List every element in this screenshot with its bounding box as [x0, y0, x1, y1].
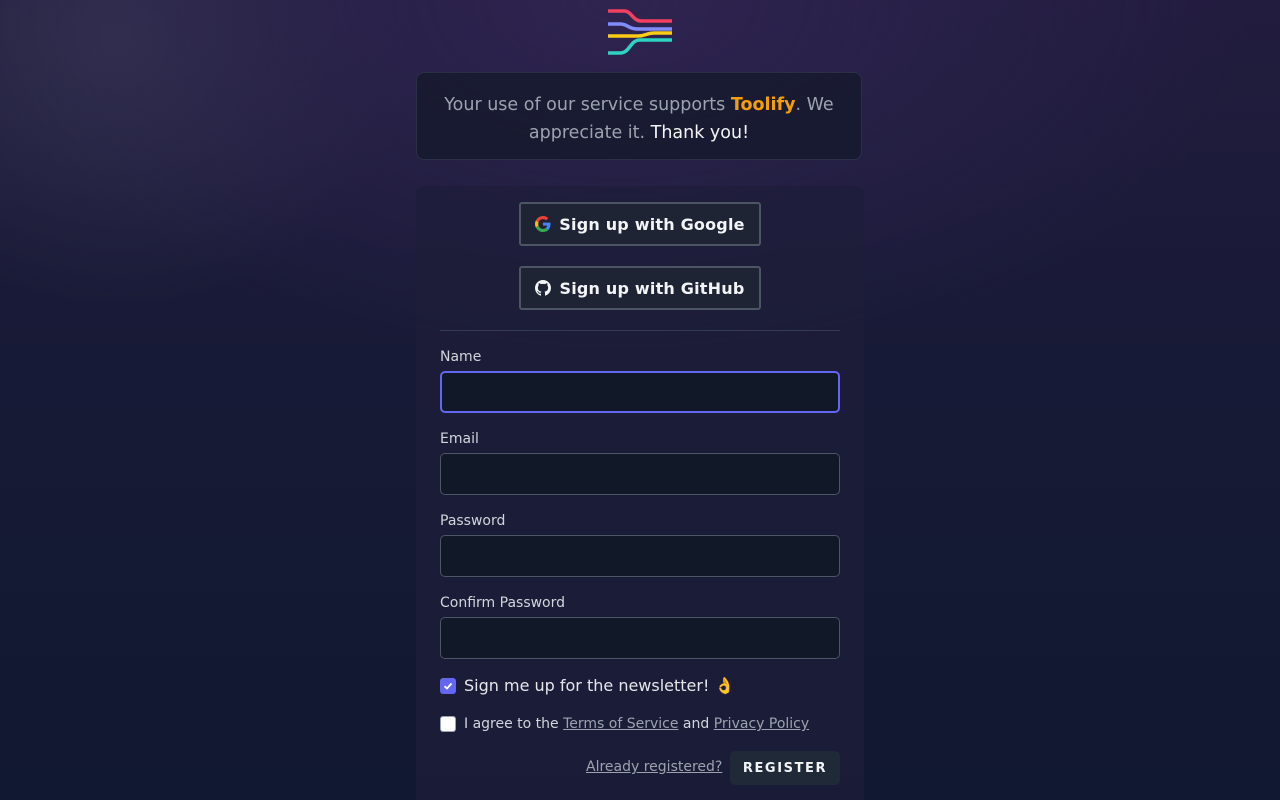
terms-checkbox[interactable]: [440, 716, 456, 732]
terms-of-service-link[interactable]: Terms of Service: [563, 716, 678, 732]
github-button-label: Sign up with GitHub: [559, 278, 745, 298]
support-text: Your use of our service supports: [444, 95, 731, 115]
newsletter-checkbox[interactable]: [440, 677, 456, 694]
google-icon: [535, 216, 551, 232]
signup-card: Sign up with Google Sign up with GitHub …: [416, 186, 864, 800]
newsletter-label: Sign me up for the newsletter! 👌: [464, 676, 735, 695]
privacy-policy-link[interactable]: Privacy Policy: [714, 716, 809, 732]
password-label: Password: [440, 513, 506, 529]
email-label: Email: [440, 431, 479, 447]
brand-name: Toolify: [730, 95, 796, 115]
github-icon: [535, 280, 552, 296]
confirm-password-input[interactable]: [440, 617, 840, 659]
name-input[interactable]: [440, 371, 840, 413]
google-signup-button[interactable]: Sign up with Google: [519, 202, 761, 246]
thank-you-text: Thank you!: [650, 123, 750, 143]
support-message: Your use of our service supports Toolify…: [416, 72, 862, 160]
terms-and: and: [678, 716, 714, 732]
name-label: Name: [440, 349, 482, 365]
password-input[interactable]: [440, 535, 840, 577]
confirm-password-label: Confirm Password: [440, 595, 566, 611]
terms-label: I agree to the Terms of Service and Priv…: [464, 716, 809, 732]
terms-prefix: I agree to the: [464, 716, 564, 732]
email-input[interactable]: [440, 453, 840, 495]
github-signup-button[interactable]: Sign up with GitHub: [519, 266, 761, 310]
already-registered-link[interactable]: Already registered?: [586, 759, 722, 775]
google-button-label: Sign up with Google: [559, 214, 745, 234]
newsletter-row: Sign me up for the newsletter! 👌: [440, 676, 734, 695]
register-button[interactable]: REGISTER: [730, 751, 840, 785]
check-icon: [443, 682, 453, 690]
divider: [440, 330, 840, 331]
terms-row: I agree to the Terms of Service and Priv…: [440, 716, 809, 732]
wave-lines-logo: [606, 6, 674, 58]
